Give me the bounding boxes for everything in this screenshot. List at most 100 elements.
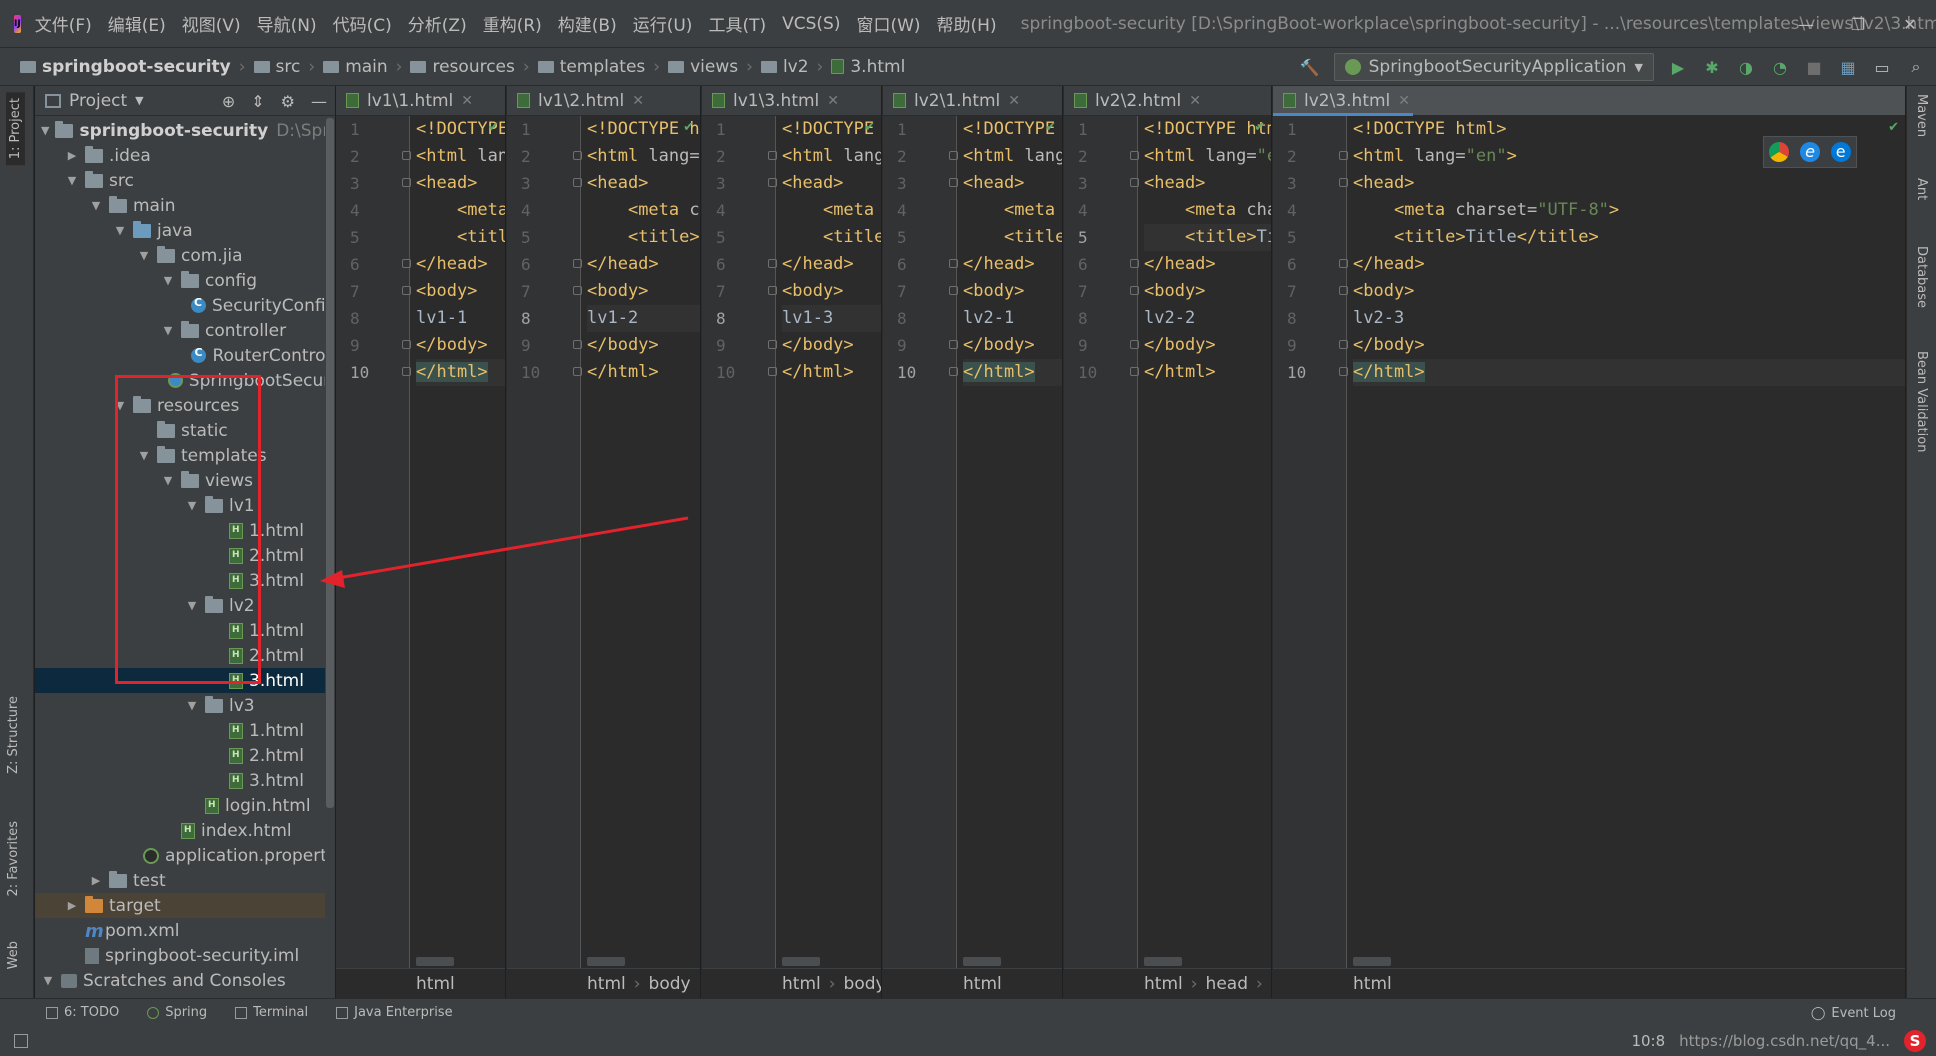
locate-target-icon[interactable]: ⊕	[222, 92, 235, 111]
horizontal-scrollbar[interactable]	[782, 957, 820, 966]
favorites-tool-tab[interactable]: 2: Favorites	[6, 821, 21, 897]
fold-marker-icon[interactable]	[573, 151, 582, 160]
menu-window[interactable]: 窗口(W)	[856, 11, 920, 36]
code-content[interactable]: <!DOCTYPE html><html lang="en"><head> <m…	[402, 116, 505, 386]
close-icon[interactable]: ✕	[827, 93, 839, 109]
editor-tab[interactable]: lv1\2.html ✕	[507, 86, 700, 116]
close-icon[interactable]: ✕	[632, 93, 644, 109]
fold-marker-icon[interactable]	[1339, 367, 1348, 376]
editor-breadcrumb-item[interactable]: head	[1206, 974, 1248, 994]
editor-breadcrumb-item[interactable]: title	[1271, 974, 1272, 994]
terminal-tool-tab[interactable]: Terminal	[235, 1005, 308, 1020]
fold-marker-icon[interactable]	[1339, 178, 1348, 187]
fold-marker-icon[interactable]	[949, 286, 958, 295]
ant-tool-tab[interactable]: Ant	[1914, 178, 1929, 200]
fold-marker-icon[interactable]	[1130, 178, 1139, 187]
close-icon[interactable]: ✕	[1189, 93, 1201, 109]
fold-marker-icon[interactable]	[949, 178, 958, 187]
breadcrumb-src[interactable]: › src	[231, 57, 301, 77]
menu-code[interactable]: 代码(C)	[333, 11, 392, 36]
collapsed-arrow-icon[interactable]: ▶	[65, 149, 79, 162]
run-icon[interactable]: ▶	[1668, 57, 1688, 77]
terminal-window-icon[interactable]: ▭	[1872, 57, 1892, 77]
expanded-arrow-icon[interactable]: ▼	[113, 224, 127, 237]
editor-tab[interactable]: lv2\1.html ✕	[883, 86, 1062, 116]
tree-item-1-html[interactable]: 1.html	[35, 518, 335, 543]
editor-breadcrumb-item[interactable]: html	[416, 974, 455, 994]
menu-view[interactable]: 视图(V)	[182, 11, 241, 36]
fold-marker-icon[interactable]	[573, 178, 582, 187]
tree-item-securityconfig[interactable]: SecurityConfig	[35, 293, 335, 318]
tree-item-test[interactable]: ▶ test	[35, 868, 335, 893]
breadcrumb-views[interactable]: › views	[645, 57, 738, 77]
ie-icon[interactable]: e	[1799, 142, 1820, 162]
fold-marker-icon[interactable]	[768, 151, 777, 160]
tree-item-3-html[interactable]: 3.html	[35, 568, 335, 593]
tree-item-pom-xml[interactable]: m pom.xml	[35, 918, 335, 943]
horizontal-scrollbar[interactable]	[1144, 957, 1182, 966]
fold-marker-icon[interactable]	[949, 340, 958, 349]
fold-marker-icon[interactable]	[573, 340, 582, 349]
fold-marker-icon[interactable]	[1130, 367, 1139, 376]
project-scrollbar[interactable]	[325, 118, 335, 998]
editor-pane[interactable]: lv1\1.html✕12345678910<!DOCTYPE html><ht…	[336, 86, 506, 998]
fold-marker-icon[interactable]	[949, 151, 958, 160]
maximize-button[interactable]: ❐	[1832, 15, 1884, 34]
horizontal-scrollbar[interactable]	[963, 957, 1001, 966]
fold-marker-icon[interactable]	[1339, 259, 1348, 268]
breadcrumb-lv2[interactable]: › lv2	[738, 57, 808, 77]
fold-marker-icon[interactable]	[768, 259, 777, 268]
menu-navigate[interactable]: 导航(N)	[257, 11, 317, 36]
fold-marker-icon[interactable]	[402, 367, 411, 376]
breadcrumb-resources[interactable]: › resources	[388, 57, 515, 77]
fold-marker-icon[interactable]	[402, 286, 411, 295]
expanded-arrow-icon[interactable]: ▼	[137, 249, 151, 262]
tree-item-application-propertie[interactable]: application.propertie	[35, 843, 335, 868]
fold-marker-icon[interactable]	[1339, 151, 1348, 160]
menu-analyze[interactable]: 分析(Z)	[408, 11, 467, 36]
project-view-select[interactable]: Project	[69, 91, 127, 111]
editor-breadcrumb-item[interactable]: html	[1353, 974, 1392, 994]
breadcrumb-main[interactable]: › main	[300, 57, 387, 77]
expanded-arrow-icon[interactable]: ▼	[161, 474, 175, 487]
profile-icon[interactable]: ◔	[1770, 57, 1790, 77]
hide-panel-icon[interactable]: —	[311, 92, 327, 111]
expanded-arrow-icon[interactable]: ▼	[161, 274, 175, 287]
web-tool-tab[interactable]: Web	[6, 941, 21, 969]
maven-tool-tab[interactable]: Maven	[1914, 94, 1929, 137]
tool-windows-toggle-icon[interactable]	[14, 1034, 28, 1048]
tree-item-1-html[interactable]: 1.html	[35, 618, 335, 643]
close-window-button[interactable]: ✕	[1884, 15, 1936, 34]
editor-pane[interactable]: lv2\1.html✕12345678910<!DOCTYPE html><ht…	[883, 86, 1063, 998]
tree-item-index-html[interactable]: index.html	[35, 818, 335, 843]
collapse-all-icon[interactable]: ⇕	[251, 92, 264, 111]
close-icon[interactable]: ✕	[461, 93, 473, 109]
search-everywhere-icon[interactable]: ⌕	[1906, 57, 1926, 77]
tree-item-springboot-security[interactable]: ▼springboot-securityD:\SpringB	[35, 118, 335, 143]
expanded-arrow-icon[interactable]: ▼	[41, 974, 55, 987]
todo-tool-tab[interactable]: 6: TODO	[46, 1005, 119, 1020]
tree-item-config[interactable]: ▼ config	[35, 268, 335, 293]
editor-pane[interactable]: lv1\3.html✕12345678910<!DOCTYPE html><ht…	[702, 86, 882, 998]
horizontal-scrollbar[interactable]	[416, 957, 454, 966]
tree-item-views[interactable]: ▼ views	[35, 468, 335, 493]
fold-marker-icon[interactable]	[573, 286, 582, 295]
editor-pane[interactable]: lv1\2.html✕12345678910<!DOCTYPE html><ht…	[507, 86, 701, 998]
fold-marker-icon[interactable]	[1130, 340, 1139, 349]
project-tool-tab[interactable]: 1: Project	[6, 92, 25, 166]
tree-item-login-html[interactable]: login.html	[35, 793, 335, 818]
edge-icon[interactable]: e	[1830, 142, 1851, 162]
scrollbar-thumb[interactable]	[326, 118, 334, 808]
coverage-icon[interactable]: ◑	[1736, 57, 1756, 77]
fold-marker-icon[interactable]	[768, 286, 777, 295]
close-icon[interactable]: ✕	[1398, 93, 1410, 109]
tree-item-2-html[interactable]: 2.html	[35, 643, 335, 668]
editor-breadcrumb-item[interactable]: html	[1144, 974, 1183, 994]
code-content[interactable]: <!DOCTYPE html><html lang="en"><head> <m…	[1130, 116, 1271, 386]
fold-marker-icon[interactable]	[402, 340, 411, 349]
code-content[interactable]: <!DOCTYPE html><html lang="en"><head> <m…	[949, 116, 1062, 386]
editor-breadcrumb-item[interactable]: body	[649, 974, 691, 994]
chrome-icon[interactable]	[1769, 142, 1790, 162]
horizontal-scrollbar[interactable]	[587, 957, 625, 966]
expanded-arrow-icon[interactable]: ▼	[89, 199, 103, 212]
